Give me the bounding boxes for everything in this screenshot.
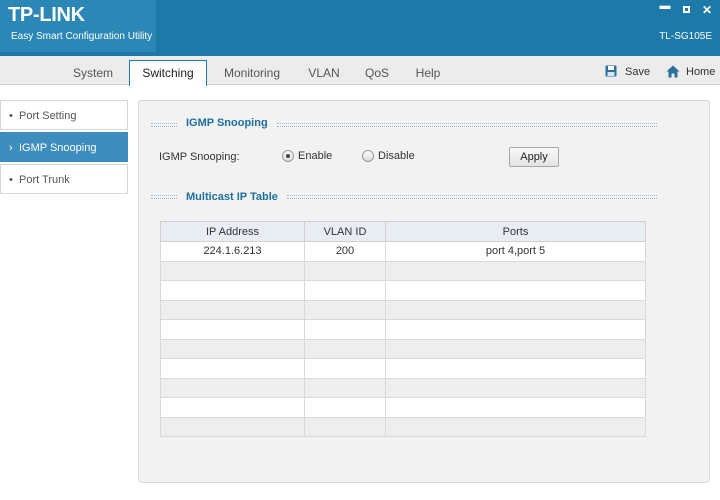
column-header-ports: Ports — [385, 221, 646, 242]
table-row[interactable] — [160, 260, 646, 281]
table-row[interactable] — [160, 358, 646, 379]
cell-ip-address — [160, 377, 305, 398]
cell-ports — [385, 338, 646, 359]
tab-help[interactable]: Help — [405, 62, 451, 85]
enable-label: Enable — [298, 150, 333, 162]
cell-ip-address — [160, 416, 305, 437]
cell-ports — [385, 319, 646, 340]
table-row[interactable] — [160, 416, 646, 437]
disable-radio[interactable]: Disable — [362, 149, 422, 163]
bullet-icon: • — [9, 174, 13, 186]
table-row[interactable] — [160, 397, 646, 418]
cell-ip-address — [160, 397, 305, 418]
maximize-icon — [682, 6, 690, 13]
sidebar-item-igmp-snooping[interactable]: › IGMP Snooping — [0, 132, 128, 162]
sidebar-item-label: Port Setting — [19, 110, 77, 122]
cell-vlan-id — [304, 397, 386, 418]
table-row[interactable] — [160, 319, 646, 340]
tab-system[interactable]: System — [58, 62, 128, 85]
cell-ip-address: 224.1.6.213 — [160, 241, 305, 262]
floppy-disk-icon — [605, 65, 617, 77]
column-header-vlan-id: VLAN ID — [304, 221, 386, 242]
column-header-ip-address: IP Address — [160, 221, 305, 242]
table-row[interactable]: 224.1.6.213 200 port 4,port 5 — [160, 241, 646, 262]
chevron-right-icon: › — [9, 142, 13, 154]
cell-ports — [385, 397, 646, 418]
device-model: TL-SG105E — [659, 31, 712, 42]
home-label: Home — [686, 66, 716, 78]
multicast-ip-table: IP Address VLAN ID Ports 224.1.6.213 200 p… — [160, 221, 646, 437]
igmp-section-title: IGMP Snooping — [186, 117, 268, 129]
table-row[interactable] — [160, 377, 646, 398]
sidebar-item-port-trunk[interactable]: • Port Trunk — [0, 164, 128, 194]
cell-vlan-id — [304, 416, 386, 437]
table-header-row: IP Address VLAN ID Ports — [160, 221, 646, 242]
app-subtitle: Easy Smart Configuration Utility — [11, 31, 153, 42]
sidebar-item-label: Port Trunk — [19, 174, 70, 186]
cell-ip-address — [160, 299, 305, 320]
radio-checked-icon — [282, 150, 294, 162]
cell-vlan-id — [304, 377, 386, 398]
apply-button[interactable]: Apply — [509, 147, 559, 167]
cell-ports — [385, 260, 646, 281]
house-icon — [666, 65, 680, 78]
cell-vlan-id: 200 — [304, 241, 386, 262]
cell-vlan-id — [304, 280, 386, 301]
tab-qos[interactable]: QoS — [356, 62, 398, 85]
sidebar-item-label: IGMP Snooping — [19, 142, 97, 154]
cell-ports — [385, 358, 646, 379]
cell-vlan-id — [304, 358, 386, 379]
cell-vlan-id — [304, 299, 386, 320]
cell-ports — [385, 377, 646, 398]
minimize-button[interactable]: ▬ — [659, 0, 671, 12]
tab-bar: System Switching Monitoring VLAN QoS Hel… — [0, 56, 720, 86]
table-row[interactable] — [160, 280, 646, 301]
cell-vlan-id — [304, 260, 386, 281]
cell-ports — [385, 416, 646, 437]
logo-block: TP-LINK Easy Smart Configuration Utility — [0, 0, 156, 52]
close-button[interactable]: ✕ — [701, 3, 713, 17]
content-panel: IGMP Snooping IGMP Snooping: Enable Disa… — [138, 100, 710, 483]
cell-ports — [385, 299, 646, 320]
bullet-icon: • — [9, 110, 13, 122]
section-divider — [287, 195, 657, 199]
cell-ports — [385, 280, 646, 301]
save-button[interactable]: Save — [605, 64, 653, 80]
home-button[interactable]: Home — [666, 64, 718, 80]
multicast-section-title: Multicast IP Table — [186, 191, 278, 203]
disable-label: Disable — [378, 150, 415, 162]
cell-ip-address — [160, 260, 305, 281]
maximize-button[interactable] — [680, 4, 692, 16]
cell-ip-address — [160, 358, 305, 379]
table-row[interactable] — [160, 299, 646, 320]
tab-switching[interactable]: Switching — [129, 60, 207, 86]
sidebar: • Port Setting › IGMP Snooping • Port Trunk — [0, 100, 128, 196]
cell-vlan-id — [304, 338, 386, 359]
section-divider — [151, 123, 177, 127]
igmp-snooping-label: IGMP Snooping: — [159, 151, 240, 163]
section-divider — [277, 123, 657, 127]
cell-ports: port 4,port 5 — [385, 241, 646, 262]
cell-ip-address — [160, 319, 305, 340]
tab-vlan[interactable]: VLAN — [297, 62, 351, 85]
tab-monitoring[interactable]: Monitoring — [214, 62, 290, 85]
title-bar: TP-LINK Easy Smart Configuration Utility… — [0, 0, 720, 56]
save-label: Save — [625, 66, 651, 78]
enable-radio[interactable]: Enable — [282, 149, 342, 163]
table-row[interactable] — [160, 338, 646, 359]
cell-ip-address — [160, 338, 305, 359]
radio-unchecked-icon — [362, 150, 374, 162]
cell-vlan-id — [304, 319, 386, 340]
cell-ip-address — [160, 280, 305, 301]
tp-link-logo: TP-LINK — [8, 4, 85, 26]
sidebar-item-port-setting[interactable]: • Port Setting — [0, 100, 128, 130]
section-divider — [151, 195, 177, 199]
